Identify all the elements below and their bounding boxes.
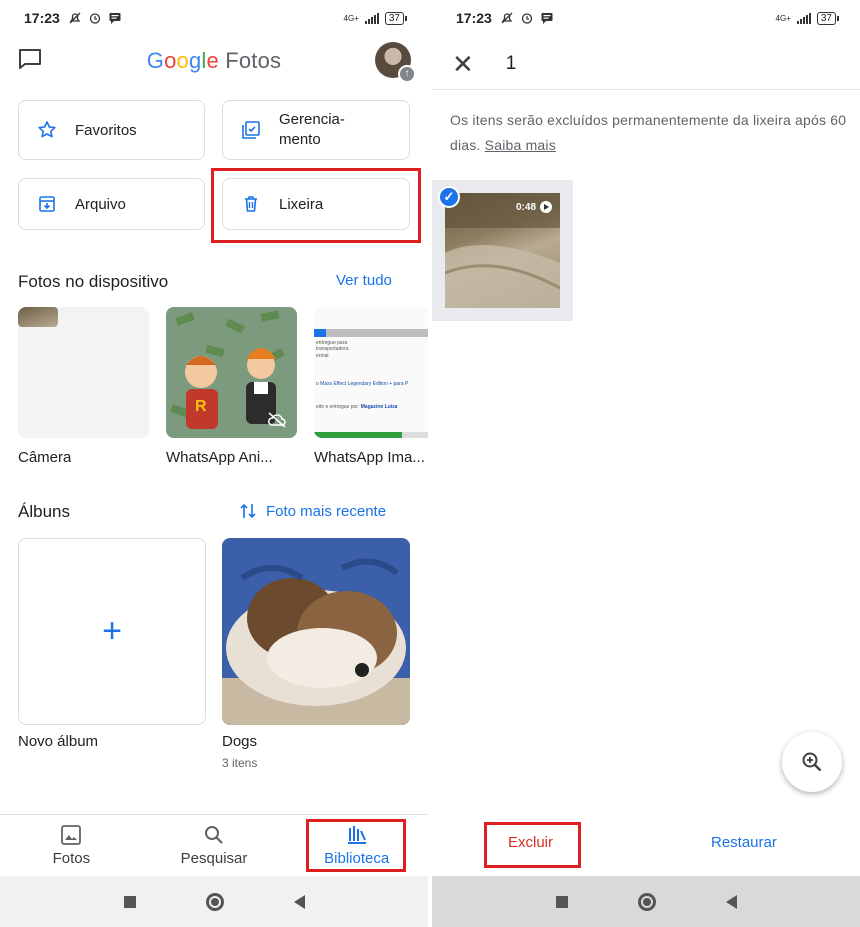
trash-notice: Os itens serão excluídos permanentemente…	[450, 108, 850, 158]
message-icon	[541, 13, 553, 24]
app-logo: Google Fotos	[147, 48, 282, 74]
system-nav-bar	[0, 876, 428, 927]
selection-count: 1	[505, 52, 517, 74]
sort-icon	[240, 503, 256, 519]
screenshot-line-3: ermal	[316, 353, 329, 359]
network-type: 4G+	[775, 13, 791, 23]
selection-bar: ✕ 1	[432, 38, 860, 90]
screenshot-line-2: transportadora	[316, 346, 349, 352]
dog-image	[222, 538, 410, 725]
new-album-card[interactable]: +	[18, 538, 206, 725]
close-icon[interactable]: ✕	[452, 51, 474, 77]
cloud-off-icon	[268, 412, 286, 428]
status-time: 17:23	[456, 10, 492, 26]
battery-icon: 37	[384, 11, 408, 25]
learn-more-link[interactable]: Saiba mais	[485, 137, 556, 153]
back-icon[interactable]	[725, 894, 737, 909]
whatsapp-animated-label: WhatsApp Ani...	[166, 449, 273, 466]
whatsapp-animated-thumb[interactable]: R	[166, 307, 297, 438]
status-bar: 17:23 4G+ 37	[432, 0, 860, 36]
play-icon	[540, 201, 552, 213]
favorites-label: Favoritos	[75, 121, 137, 139]
plus-icon: +	[102, 612, 122, 650]
screenshot-line-6: Magazine Luiza	[360, 404, 398, 410]
sort-label: Foto mais recente	[266, 502, 387, 520]
search-icon	[205, 826, 223, 844]
home-icon[interactable]	[205, 892, 224, 911]
video-duration-badge: 0:48	[516, 201, 552, 213]
upload-icon: ↑	[398, 65, 416, 83]
selected-check-icon[interactable]: ✓	[438, 186, 460, 208]
recents-icon[interactable]	[555, 895, 568, 908]
nav-pesquisar[interactable]: Pesquisar	[143, 815, 286, 876]
trash-screen: 17:23 4G+ 37 ✕ 1 Os itens serão excluído…	[432, 0, 860, 927]
new-album-label: Novo álbum	[18, 733, 99, 750]
whatsapp-images-label: WhatsApp Ima...	[314, 449, 425, 466]
nav-fotos-label: Fotos	[52, 850, 91, 867]
star-icon	[37, 120, 57, 140]
app-bar: Google Fotos ↑	[0, 38, 428, 84]
screenshot-line-5: eito e entregue por:	[316, 404, 360, 410]
archive-icon	[37, 194, 57, 214]
albums-title: Álbuns	[18, 502, 70, 521]
favorites-button[interactable]: Favoritos	[18, 100, 205, 160]
back-icon[interactable]	[293, 894, 305, 909]
camera-folder-label: Câmera	[18, 449, 72, 466]
chat-icon[interactable]	[18, 48, 42, 70]
dogs-album-label: Dogs	[222, 733, 258, 750]
dogs-album-count: 3 itens	[222, 756, 258, 770]
svg-text:R: R	[195, 398, 207, 415]
whatsapp-images-thumb[interactable]: entregue para transportadora ermal o Mas…	[314, 307, 428, 438]
selected-video-tile[interactable]: 0:48 ✓	[432, 180, 573, 321]
archive-button[interactable]: Arquivo	[18, 178, 205, 230]
logo-fotos: Fotos	[225, 48, 282, 73]
home-icon[interactable]	[637, 892, 656, 911]
network-type: 4G+	[343, 13, 359, 23]
trash-highlight-box	[211, 168, 421, 243]
library-highlight-box	[306, 819, 406, 872]
restore-button[interactable]: Restaurar	[711, 834, 777, 851]
camera-folder-thumb[interactable]	[18, 307, 149, 438]
dogs-album-thumb[interactable]	[222, 538, 410, 725]
nav-pesquisar-label: Pesquisar	[180, 850, 248, 867]
status-bar: 17:23 4G+ 37	[0, 0, 428, 36]
video-duration: 0:48	[515, 201, 536, 213]
see-all-link[interactable]: Ver tudo	[336, 272, 392, 289]
system-nav-bar	[432, 876, 860, 927]
sort-albums-button[interactable]: Foto mais recente	[240, 502, 386, 520]
battery-icon: 37	[816, 11, 840, 25]
message-icon	[109, 13, 121, 24]
management-label-line1: Gerencia-	[279, 111, 345, 128]
logo-google: Google	[146, 48, 219, 73]
camera-mini-thumb	[18, 307, 58, 327]
recents-icon[interactable]	[123, 895, 136, 908]
device-photos-title: Fotos no dispositivo	[18, 272, 169, 291]
management-icon	[241, 120, 261, 140]
alarm-icon	[89, 13, 100, 24]
signal-icon	[364, 12, 379, 24]
mute-icon	[69, 12, 81, 24]
alarm-icon	[521, 13, 532, 24]
delete-highlight-box	[484, 822, 581, 868]
nav-fotos[interactable]: Fotos	[0, 815, 143, 876]
photo-icon	[61, 825, 82, 845]
zoom-button[interactable]	[782, 732, 842, 792]
signal-icon	[796, 12, 811, 24]
library-screen: 17:23 4G+ 37 Google Fotos ↑ Favoritos Ge…	[0, 0, 428, 927]
status-time: 17:23	[24, 10, 60, 26]
avatar[interactable]: ↑	[375, 42, 416, 83]
mute-icon	[501, 12, 513, 24]
management-label-line2: mento	[279, 131, 321, 148]
zoom-in-icon	[802, 752, 822, 772]
archive-label: Arquivo	[75, 195, 126, 213]
video-thumbnail: 0:48	[445, 193, 560, 308]
management-button[interactable]: Gerencia- mento	[222, 100, 410, 160]
screenshot-line-4: o Mass Effect Legendary Edition + para P	[316, 381, 409, 387]
